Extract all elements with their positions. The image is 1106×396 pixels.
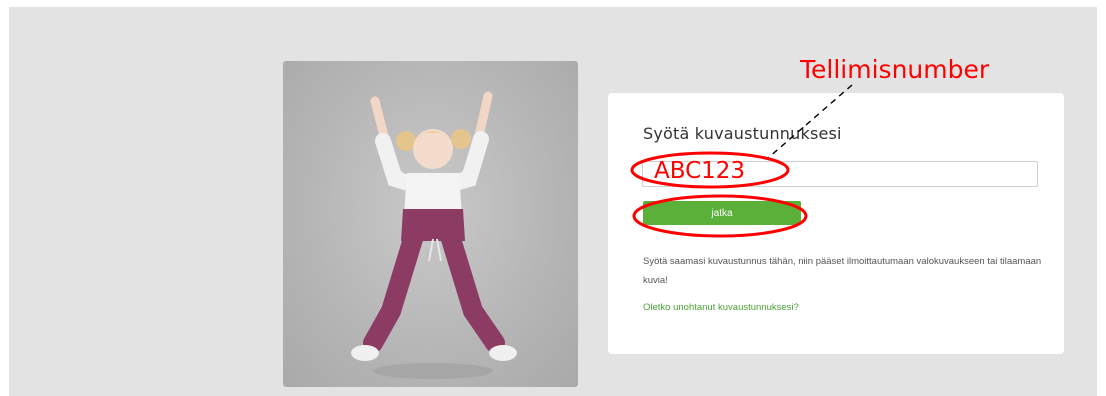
child-jumping-illustration	[351, 91, 517, 379]
forgot-code-link[interactable]: Oletko unohtanut kuvaustunnuksesi?	[643, 302, 799, 313]
continue-button[interactable]: jatka	[643, 201, 801, 225]
annotation-example-value: ABC123	[654, 158, 746, 184]
card-title: Syötä kuvaustunnuksesi	[643, 124, 842, 143]
hero-photo	[283, 61, 578, 387]
help-text: Syötä saamasi kuvaustunnus tähän, niin p…	[643, 256, 1042, 286]
annotation-label: Tellimisnumber	[800, 55, 990, 84]
